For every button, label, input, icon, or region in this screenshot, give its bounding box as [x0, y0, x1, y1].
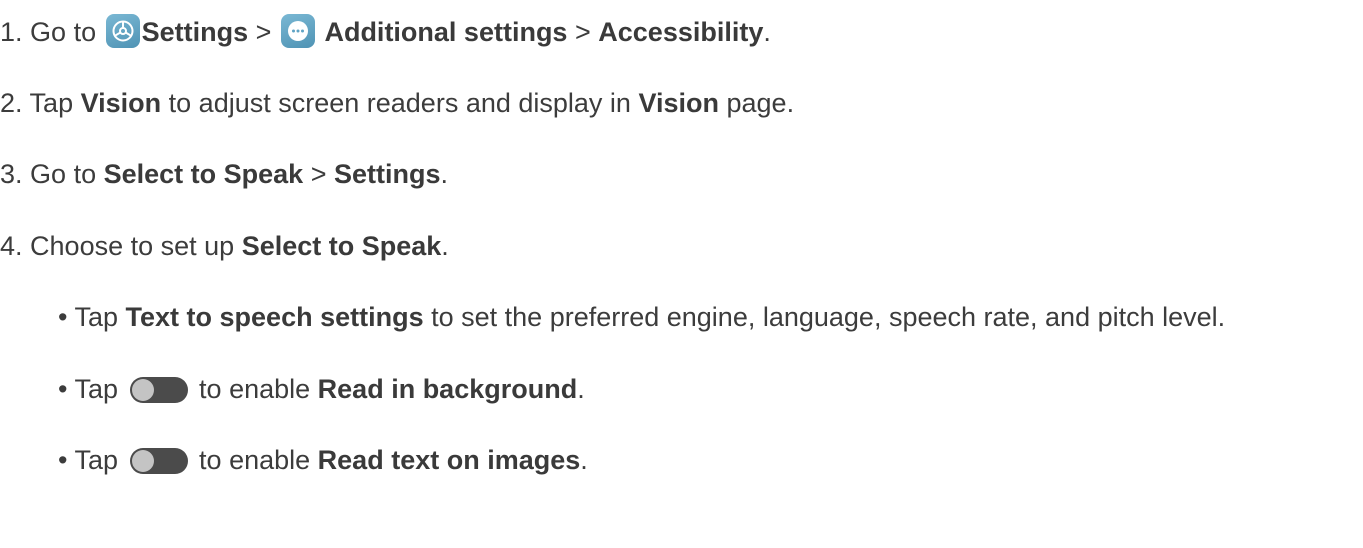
step-3: 3. Go to Select to Speak > Settings. — [0, 156, 448, 192]
period: . — [441, 231, 449, 261]
step-1: 1. Go to Settings > Additional settings … — [0, 14, 771, 50]
step-text: Tap — [29, 88, 74, 118]
bullet-1: • Tap Text to speech settings to set the… — [58, 299, 1225, 335]
read-text-on-images-label: Read text on images — [317, 445, 581, 475]
toggle-switch-icon — [129, 377, 188, 403]
settings-gear-icon — [105, 14, 140, 48]
vision-page-label: Vision — [638, 88, 719, 118]
step-text: Go to — [30, 17, 97, 47]
bullet-2: • Tap to enable Read in background. — [58, 371, 585, 407]
text-to-speech-settings-label: Text to speech settings — [125, 302, 424, 332]
settings-label: Settings — [334, 159, 441, 189]
bullet-text: to set the preferred engine, language, s… — [431, 302, 1226, 332]
bullet-marker: • — [58, 302, 68, 332]
period: . — [580, 445, 588, 475]
bullet-text: to enable — [199, 445, 311, 475]
select-to-speak-label: Select to Speak — [103, 159, 304, 189]
step-number: 1. — [0, 17, 23, 47]
separator: > — [255, 17, 272, 47]
bullet-marker: • — [58, 445, 68, 475]
select-to-speak-label: Select to Speak — [241, 231, 442, 261]
bullet-text: Tap — [74, 445, 119, 475]
bullet-marker: • — [58, 374, 68, 404]
step-number: 4. — [0, 231, 23, 261]
bullet-text: to enable — [199, 374, 311, 404]
separator: > — [310, 159, 327, 189]
additional-settings-label: Additional settings — [324, 17, 568, 47]
bullet-text: Tap — [74, 374, 119, 404]
settings-label: Settings — [141, 17, 249, 47]
period: . — [763, 17, 771, 47]
toggle-switch-icon — [129, 448, 188, 474]
period: . — [440, 159, 449, 189]
step-2: 2. Tap Vision to adjust screen readers a… — [0, 85, 794, 121]
step-text: Choose to set up — [30, 231, 235, 261]
period: . — [577, 374, 585, 404]
toggle-knob — [131, 450, 154, 472]
read-in-background-label: Read in background — [317, 374, 578, 404]
step-number: 2. — [0, 88, 23, 118]
separator: > — [574, 17, 591, 47]
vision-label: Vision — [80, 88, 162, 118]
step-4: 4. Choose to set up Select to Speak. — [0, 228, 449, 264]
more-dots-icon — [280, 14, 315, 48]
step-text: page. — [726, 88, 795, 118]
toggle-knob — [131, 379, 154, 401]
bullet-3: • Tap to enable Read text on images. — [58, 442, 588, 478]
step-text: to adjust screen readers and display in — [168, 88, 631, 118]
step-text: Go to — [30, 159, 97, 189]
accessibility-label: Accessibility — [598, 17, 764, 47]
bullet-text: Tap — [74, 302, 119, 332]
step-number: 3. — [0, 159, 23, 189]
